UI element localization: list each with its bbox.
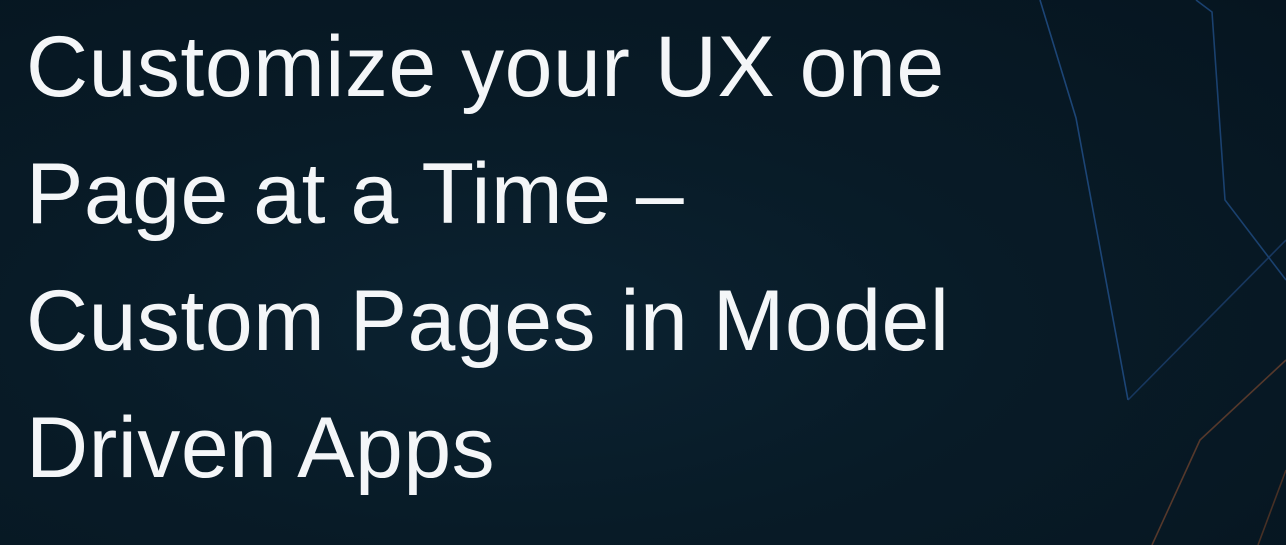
page-title: Customize your UX one Page at a Time – C… [26,4,1282,512]
title-line-4: Driven Apps [26,400,496,496]
title-line-3: Custom Pages in Model [26,273,950,369]
title-line-1: Customize your UX one [26,19,945,115]
title-line-2: Page at a Time – [26,146,685,242]
